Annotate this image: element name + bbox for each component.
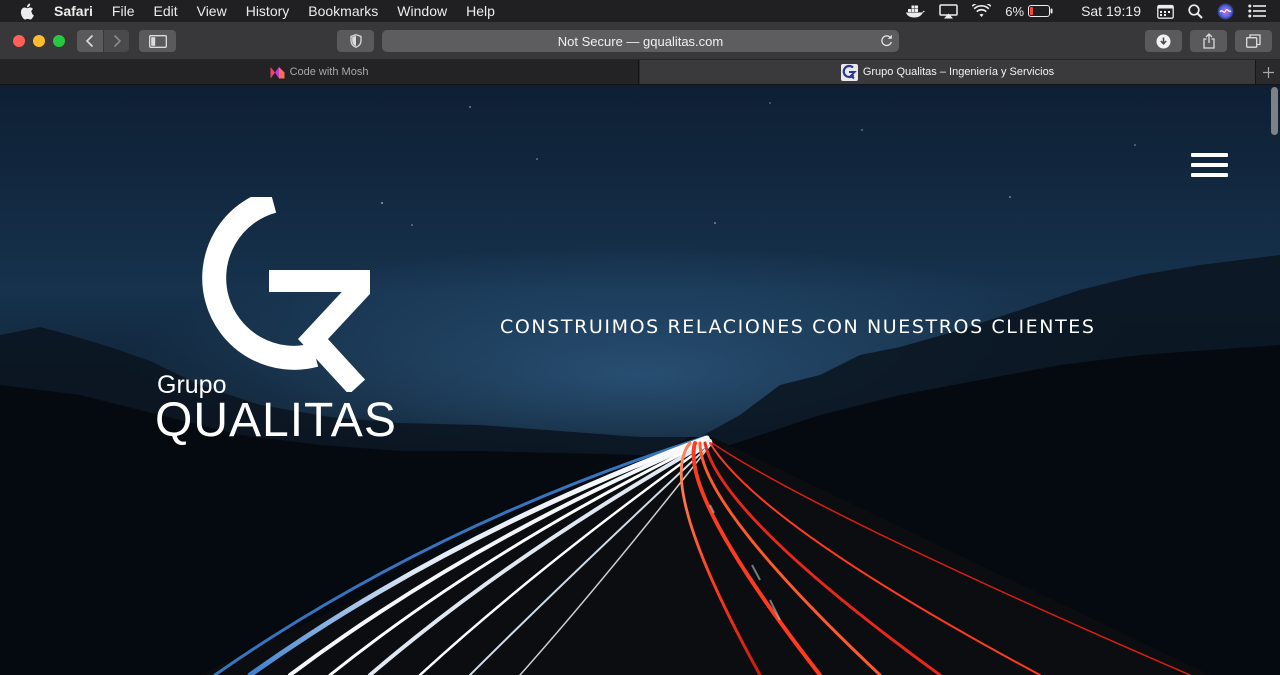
page-scrollbar[interactable] xyxy=(1270,87,1278,675)
tab-code-with-mosh[interactable]: Code with Mosh xyxy=(0,60,639,84)
tabs-overview-icon xyxy=(1246,34,1261,48)
qualitas-gq-emblem-icon xyxy=(202,197,370,392)
fullscreen-window-button[interactable] xyxy=(53,35,65,47)
menubar-clock[interactable]: Sat 19:19 xyxy=(1081,3,1141,19)
plus-icon xyxy=(1262,66,1274,78)
menu-safari[interactable]: Safari xyxy=(54,3,93,19)
reload-icon[interactable] xyxy=(880,34,893,50)
address-text: Not Secure — gqualitas.com xyxy=(557,33,724,49)
tab-title: Grupo Qualitas – Ingeniería y Servicios xyxy=(862,66,1055,78)
tab-grupo-qualitas[interactable]: Grupo Qualitas – Ingeniería y Servicios xyxy=(640,60,1255,84)
apple-menu-icon[interactable] xyxy=(19,3,37,20)
qualitas-favicon-icon xyxy=(840,63,858,81)
battery-icon[interactable] xyxy=(1028,5,1053,17)
forward-button[interactable] xyxy=(104,30,129,52)
menu-help[interactable]: Help xyxy=(466,3,495,19)
hero-tagline: CONSTRUIMOS RELACIONES CON NUESTROS CLIE… xyxy=(500,316,1096,338)
menu-bar: Safari File Edit View History Bookmarks … xyxy=(0,0,1280,22)
calendar-icon[interactable] xyxy=(1157,4,1174,19)
grupo-qualitas-logo[interactable]: Grupo QUALITAS xyxy=(155,197,415,447)
sidebar-icon xyxy=(148,34,167,48)
menu-file[interactable]: File xyxy=(112,3,135,19)
menu-edit[interactable]: Edit xyxy=(153,3,177,19)
chevron-left-icon xyxy=(85,34,94,48)
docker-icon[interactable] xyxy=(905,4,926,18)
menu-bar-line xyxy=(1191,163,1228,167)
logo-text-qualitas: QUALITAS xyxy=(155,394,397,447)
notification-center-icon[interactable] xyxy=(1248,4,1266,18)
menu-bar-line xyxy=(1191,173,1228,177)
privacy-report-button[interactable] xyxy=(337,30,374,52)
chevron-right-icon xyxy=(113,34,121,48)
siri-icon[interactable] xyxy=(1217,3,1234,20)
show-all-tabs-button[interactable] xyxy=(1235,30,1272,52)
mosh-favicon-icon xyxy=(270,66,285,79)
shield-icon xyxy=(349,34,362,48)
wifi-icon[interactable] xyxy=(972,4,992,18)
share-icon xyxy=(1202,33,1215,49)
tab-title: Code with Mosh xyxy=(289,66,369,78)
menu-bar-line xyxy=(1191,153,1228,157)
back-button[interactable] xyxy=(77,30,103,52)
share-button[interactable] xyxy=(1190,30,1227,52)
new-tab-button[interactable] xyxy=(1255,60,1280,84)
close-window-button[interactable] xyxy=(13,35,25,47)
tab-bar: Code with Mosh Grupo Qualitas – Ingenier… xyxy=(0,60,1280,85)
spotlight-search-icon[interactable] xyxy=(1188,3,1203,19)
menu-window[interactable]: Window xyxy=(397,3,447,19)
menu-bookmarks[interactable]: Bookmarks xyxy=(308,3,378,19)
download-icon xyxy=(1156,34,1171,48)
menu-history[interactable]: History xyxy=(246,3,290,19)
menu-view[interactable]: View xyxy=(197,3,227,19)
scrollbar-thumb[interactable] xyxy=(1271,87,1278,135)
address-bar[interactable]: Not Secure — gqualitas.com xyxy=(382,30,899,52)
page-viewport: Grupo QUALITAS CONSTRUIMOS RELACIONES CO… xyxy=(0,85,1280,675)
safari-toolbar: Not Secure — gqualitas.com xyxy=(0,22,1280,60)
airplay-icon[interactable] xyxy=(939,3,959,19)
battery-percentage: 6% xyxy=(1005,3,1025,19)
minimize-window-button[interactable] xyxy=(33,35,45,47)
downloads-button[interactable] xyxy=(1145,30,1182,52)
hamburger-menu-button[interactable] xyxy=(1191,153,1228,178)
sidebar-toggle-button[interactable] xyxy=(139,30,176,52)
